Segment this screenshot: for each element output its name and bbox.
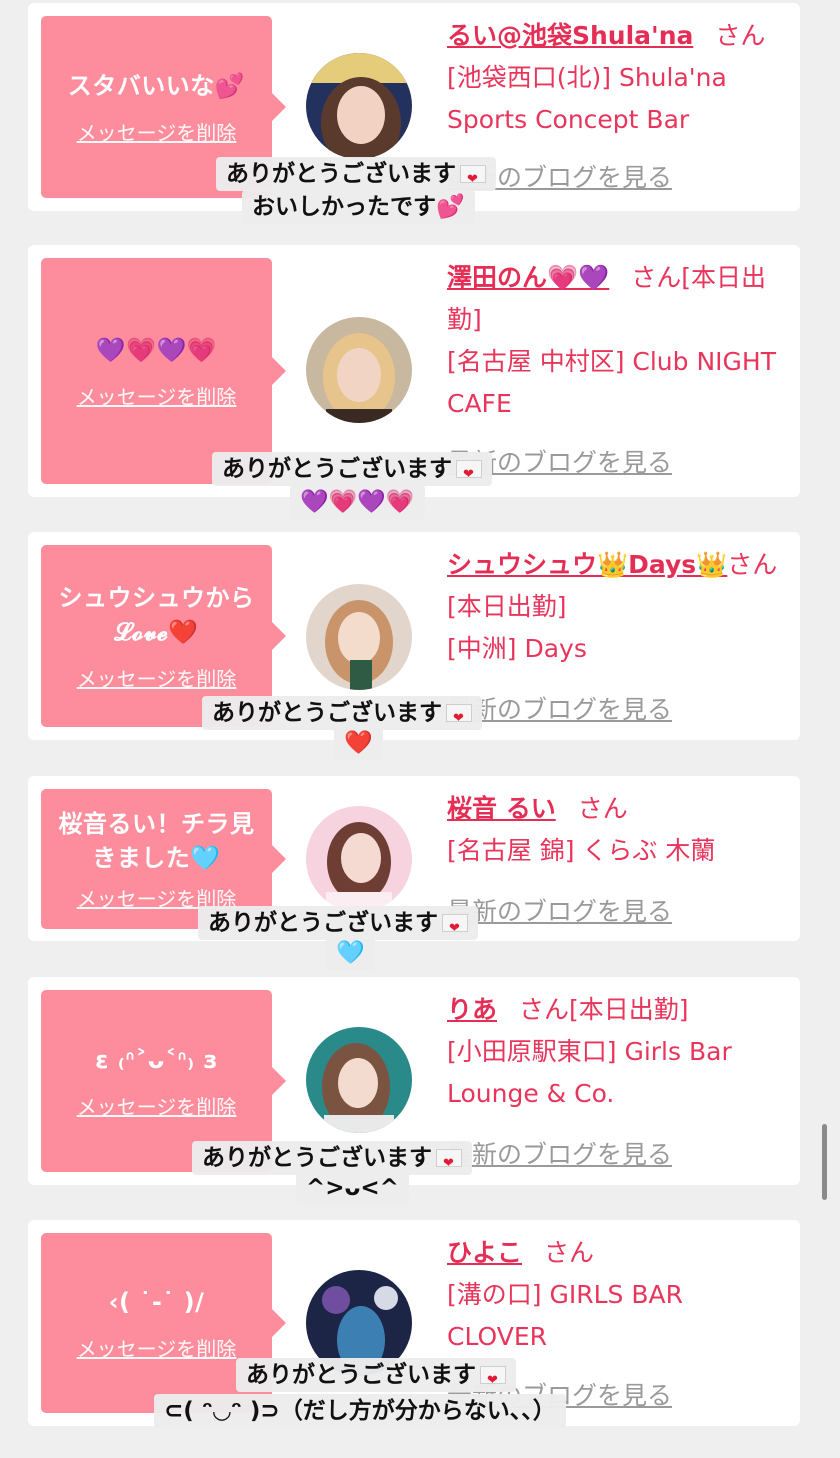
caption-text: ありがとうございます	[208, 910, 438, 936]
delete-message-link[interactable]: メッセージを削除	[77, 1333, 237, 1362]
cast-info: シュウシュウ👑Days👑さん [本日出勤] [中洲] Days	[447, 544, 787, 670]
caption-line-2: 🩵	[326, 936, 375, 970]
caption-line-1: ありがとうございます	[212, 452, 492, 492]
work-status: [本日出勤]	[569, 995, 689, 1024]
message-text: シュウシュウから 𝓛𝓸𝓿𝓮❤️	[58, 583, 255, 646]
honorific: さん	[631, 263, 682, 292]
caption-line-2: ⊂( ᵔ◡ᵔ )⊃（だし方が分からない、、）	[154, 1394, 566, 1428]
shop-name: [名古屋 錦] くらぶ 木蘭	[447, 836, 716, 865]
message-text: 桜音るい！チラ見きました🩵	[58, 809, 255, 872]
message-text: 💜💗💜💗	[95, 335, 218, 364]
message-card: 💜💗💜💗 メッセージを削除 澤田のん💗💜 さん[本日出勤] [名古屋 中村区] C…	[28, 245, 800, 519]
avatar[interactable]	[306, 317, 412, 423]
caption-line-1: ありがとうございます	[216, 157, 496, 197]
honorific: さん	[577, 794, 628, 823]
avatar[interactable]	[306, 806, 412, 912]
honorific: さん	[715, 21, 766, 50]
caption-line-2: ^>ᴗ<^	[296, 1171, 409, 1205]
message-card: シュウシュウから 𝓛𝓸𝓿𝓮❤️ メッセージを削除 シュウシュウ👑Days👑さん […	[28, 532, 800, 760]
caption-text: ありがとうございます	[222, 456, 452, 482]
caption-line-1: ありがとうございます	[236, 1358, 516, 1398]
honorific: さん	[519, 995, 570, 1024]
message-text: ε ₍ᐢ˃ᴗ˂ᐢ₎ з	[95, 1045, 218, 1074]
caption-line-1: ありがとうございます	[202, 696, 482, 736]
caption-text: ありがとうございます	[212, 700, 442, 726]
love-letter-icon	[436, 1147, 462, 1181]
shop-name: [中洲] Days	[447, 634, 587, 663]
delete-message-link[interactable]: メッセージを削除	[77, 381, 237, 410]
love-letter-icon	[480, 1364, 506, 1398]
cast-name-link[interactable]: 澤田のん💗💜	[447, 263, 609, 292]
name-line: シュウシュウ👑Days👑さん [本日出勤]	[447, 544, 787, 628]
message-bubble: 💜💗💜💗 メッセージを削除	[41, 258, 286, 484]
cast-name-link[interactable]: シュウシュウ👑Days👑	[447, 550, 727, 579]
caption-line-2: おいしかったです💕	[242, 190, 475, 224]
message-card: 桜音るい！チラ見きました🩵 メッセージを削除 桜音 るい さん [名古屋 錦] く…	[28, 776, 800, 970]
cast-info: ひよこ さん [溝の口] GIRLS BAR CLOVER	[447, 1232, 787, 1358]
honorific: さん	[727, 550, 778, 579]
caption-line-1: ありがとうございます	[198, 906, 478, 946]
blog-link[interactable]: 最新のブログを見る	[447, 1135, 672, 1171]
love-letter-icon	[456, 458, 482, 492]
caption-text: ありがとうございます	[202, 1145, 432, 1171]
caption-line-1: ありがとうございます	[192, 1141, 472, 1181]
name-line: ひよこ さん	[447, 1232, 787, 1274]
message-card: ε ₍ᐢ˃ᴗ˂ᐢ₎ з メッセージを削除 りあ さん[本日出勤] [小田原駅東口]…	[28, 977, 800, 1205]
cast-info: 澤田のん💗💜 さん[本日出勤] [名古屋 中村区] Club NIGHT CAFE	[447, 257, 787, 425]
name-line: 澤田のん💗💜 さん[本日出勤]	[447, 257, 787, 341]
name-line: 桜音 るい さん	[447, 788, 787, 830]
shop-name: [名古屋 中村区] Club NIGHT CAFE	[447, 347, 776, 418]
delete-message-link[interactable]: メッセージを削除	[77, 663, 237, 692]
message-text: ‹( ˙-˙ )/	[108, 1287, 205, 1316]
shop-name: [池袋西口(北)] Shula'na Sports Concept Bar	[447, 63, 727, 134]
cast-name-link[interactable]: るい@池袋Shula'na	[447, 21, 693, 50]
avatar[interactable]	[306, 1027, 412, 1133]
caption-line-2: ❤️	[334, 726, 383, 760]
scrollbar[interactable]	[822, 1124, 827, 1200]
work-status: [本日出勤]	[447, 592, 567, 621]
cast-name-link[interactable]: ひよこ	[447, 1238, 522, 1267]
message-card: スタバいいな💕 メッセージを削除 るい@池袋Shula'na さん [池袋西口(北…	[28, 3, 800, 224]
delete-message-link[interactable]: メッセージを削除	[77, 117, 237, 146]
cast-name-link[interactable]: りあ	[447, 995, 497, 1024]
cast-info: るい@池袋Shula'na さん [池袋西口(北)] Shula'na Sport…	[447, 15, 787, 141]
love-letter-icon	[442, 912, 468, 946]
caption-text: ありがとうございます	[246, 1362, 476, 1388]
message-text: スタバいいな💕	[67, 71, 246, 100]
love-letter-icon	[460, 163, 486, 197]
message-card: ‹( ˙-˙ )/ メッセージを削除 ひよこ さん [溝の口] GIRLS BAR…	[28, 1220, 800, 1428]
delete-message-link[interactable]: メッセージを削除	[77, 1091, 237, 1120]
name-line: りあ さん[本日出勤]	[447, 989, 787, 1031]
cast-name-link[interactable]: 桜音 るい	[447, 794, 556, 823]
cast-info: 桜音 るい さん [名古屋 錦] くらぶ 木蘭	[447, 788, 787, 872]
shop-name: [溝の口] GIRLS BAR CLOVER	[447, 1280, 683, 1351]
name-line: るい@池袋Shula'na さん	[447, 15, 787, 57]
avatar[interactable]	[306, 53, 412, 159]
love-letter-icon	[446, 702, 472, 736]
shop-name: [小田原駅東口] Girls Bar Lounge & Co.	[447, 1037, 732, 1108]
caption-text: ありがとうございます	[226, 161, 456, 187]
honorific: さん	[544, 1238, 595, 1267]
cast-info: りあ さん[本日出勤] [小田原駅東口] Girls Bar Lounge & C…	[447, 989, 787, 1115]
caption-line-2: 💜💗💜💗	[290, 485, 425, 519]
blog-link[interactable]: 最新のブログを見る	[447, 892, 672, 928]
avatar[interactable]	[306, 584, 412, 690]
